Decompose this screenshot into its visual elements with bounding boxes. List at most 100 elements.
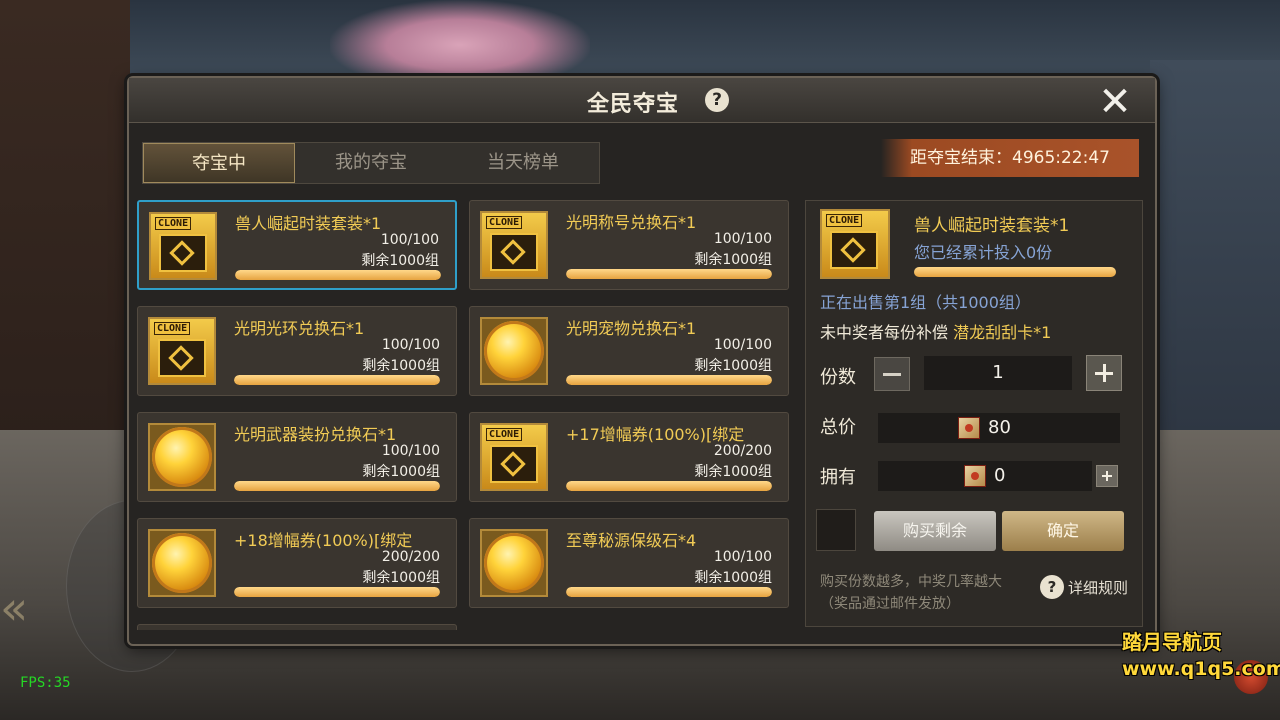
clone-icon: CLONE	[150, 319, 214, 383]
buy-remaining-button[interactable]: 购买剩余	[874, 511, 996, 551]
item-card-partial[interactable]	[137, 624, 457, 630]
tab-my-treasure[interactable]: 我的夺宝	[295, 143, 447, 183]
help-icon[interactable]: ?	[705, 88, 729, 112]
hint-mail-delivery: （奖品通过邮件发放）	[820, 596, 960, 612]
item-remaining: 剩余1000组	[362, 570, 440, 586]
compensation-item: 潜龙刮刮卡*1	[953, 323, 1052, 342]
auto-buy-checkbox[interactable]	[816, 509, 856, 551]
item-progress-bar	[234, 375, 440, 385]
item-name: 光明宠物兑换石*1	[566, 319, 697, 338]
item-count: 100/100	[713, 231, 772, 247]
owned-label: 拥有	[820, 467, 856, 488]
item-name: +18增幅券(100%)[绑定	[234, 531, 413, 550]
tab-daily-ranking[interactable]: 当天榜单	[447, 143, 599, 183]
item-name: 光明武器装扮兑换石*1	[234, 425, 397, 444]
fps-counter: FPS:35	[20, 675, 71, 691]
tab-bar: 夺宝中 我的夺宝 当天榜单	[142, 142, 600, 184]
item-progress-bar	[235, 270, 441, 280]
panel-header: 全民夺宝 ? ✕	[129, 78, 1155, 123]
gold-orb-icon	[152, 427, 212, 487]
quantity-input[interactable]: 1	[924, 356, 1072, 390]
item-icon-frame: CLONE	[149, 212, 217, 280]
item-progress-bar	[566, 375, 772, 385]
item-card[interactable]: +18增幅券(100%)[绑定 200/200 剩余1000组	[137, 518, 457, 608]
owned-field: 0	[878, 461, 1092, 491]
detail-invested: 您已经累计投入0份	[914, 243, 1053, 262]
total-price-field: 80	[878, 413, 1120, 443]
add-currency-button[interactable]	[1096, 465, 1118, 487]
item-count: 200/200	[381, 549, 440, 565]
item-progress-bar	[234, 481, 440, 491]
clone-icon: CLONE	[482, 425, 546, 489]
detail-icon-frame: CLONE	[820, 209, 890, 279]
detail-progress-bar	[914, 267, 1116, 277]
clone-icon: CLONE	[822, 211, 888, 277]
item-icon-frame: CLONE	[148, 317, 216, 385]
tab-in-progress[interactable]: 夺宝中	[143, 143, 295, 183]
item-icon-frame: CLONE	[480, 423, 548, 491]
item-card[interactable]: 光明武器装扮兑换石*1 100/100 剩余1000组	[137, 412, 457, 502]
gold-orb-icon	[484, 533, 544, 593]
item-count: 100/100	[381, 443, 440, 459]
treasure-panel: 全民夺宝 ? ✕ 夺宝中 我的夺宝 当天榜单 距夺宝结束：4965:22:47 …	[127, 76, 1157, 646]
item-name: +17增幅券(100%)[绑定	[566, 425, 745, 444]
detail-selling-group: 正在出售第1组（共1000组）	[820, 293, 1031, 312]
item-icon-frame	[148, 529, 216, 597]
decrease-button[interactable]	[874, 357, 910, 391]
background-building-right	[1150, 60, 1280, 480]
hint-more-shares: 购买份数越多，中奖几率越大	[820, 574, 1002, 590]
item-remaining: 剩余1000组	[362, 464, 440, 480]
confirm-button[interactable]: 确定	[1002, 511, 1124, 551]
item-list[interactable]: CLONE 兽人崛起时装套装*1 100/100 剩余1000组 CLONE 光…	[137, 200, 802, 630]
item-count: 200/200	[713, 443, 772, 459]
total-price-label: 总价	[820, 417, 856, 438]
scroll-currency-icon	[964, 465, 986, 487]
countdown-timer: 距夺宝结束：4965:22:47	[881, 139, 1139, 177]
scroll-currency-icon	[958, 417, 980, 439]
increase-button[interactable]	[1086, 355, 1122, 391]
clone-icon: CLONE	[151, 214, 215, 278]
item-name: 兽人崛起时装套装*1	[235, 214, 382, 233]
item-icon-frame	[480, 317, 548, 385]
item-count: 100/100	[713, 549, 772, 565]
item-count: 100/100	[380, 232, 439, 248]
total-price-value: 80	[988, 417, 1011, 438]
background-building-left	[0, 0, 130, 500]
item-card[interactable]: 至尊秘源保级石*4 100/100 剩余1000组	[469, 518, 789, 608]
item-progress-bar	[566, 481, 772, 491]
gold-orb-icon	[484, 321, 544, 381]
item-detail-panel: CLONE 兽人崛起时装套装*1 您已经累计投入0份 正在出售第1组（共1000…	[805, 200, 1143, 627]
item-progress-bar	[234, 587, 440, 597]
item-count: 100/100	[713, 337, 772, 353]
item-name: 至尊秘源保级石*4	[566, 531, 697, 550]
item-remaining: 剩余1000组	[694, 358, 772, 374]
item-count: 100/100	[381, 337, 440, 353]
watermark-title: 踏月导航页	[1122, 630, 1222, 654]
detailed-rules-link[interactable]: 详细规则	[1068, 577, 1128, 598]
item-icon-frame	[148, 423, 216, 491]
item-name: 光明光环兑换石*1	[234, 319, 365, 338]
back-arrow-icon[interactable]: «	[0, 585, 28, 631]
item-remaining: 剩余1000组	[694, 252, 772, 268]
item-name: 光明称号兑换石*1	[566, 213, 697, 232]
item-card[interactable]: CLONE 光明光环兑换石*1 100/100 剩余1000组	[137, 306, 457, 396]
detail-item-name: 兽人崛起时装套装*1	[914, 216, 1070, 236]
compensation-prefix: 未中奖者每份补偿	[820, 323, 949, 342]
item-card[interactable]: 光明宠物兑换石*1 100/100 剩余1000组	[469, 306, 789, 396]
item-card[interactable]: CLONE 兽人崛起时装套装*1 100/100 剩余1000组	[137, 200, 457, 290]
rules-help-icon[interactable]: ?	[1040, 575, 1064, 599]
watermark-url: www.q1q5.com	[1122, 658, 1280, 680]
owned-value: 0	[994, 465, 1006, 486]
gold-orb-icon	[152, 533, 212, 593]
item-icon-frame: CLONE	[480, 211, 548, 279]
item-remaining: 剩余1000组	[362, 358, 440, 374]
panel-title: 全民夺宝	[587, 92, 680, 117]
item-remaining: 剩余1000组	[694, 464, 772, 480]
item-remaining: 剩余1000组	[361, 253, 439, 269]
item-progress-bar	[566, 587, 772, 597]
item-card[interactable]: CLONE 光明称号兑换石*1 100/100 剩余1000组	[469, 200, 789, 290]
detail-compensation: 未中奖者每份补偿 潜龙刮刮卡*1	[820, 319, 1051, 343]
item-card[interactable]: CLONE +17增幅券(100%)[绑定 200/200 剩余1000组	[469, 412, 789, 502]
close-button[interactable]: ✕	[1095, 82, 1135, 122]
qty-label: 份数	[820, 367, 856, 388]
